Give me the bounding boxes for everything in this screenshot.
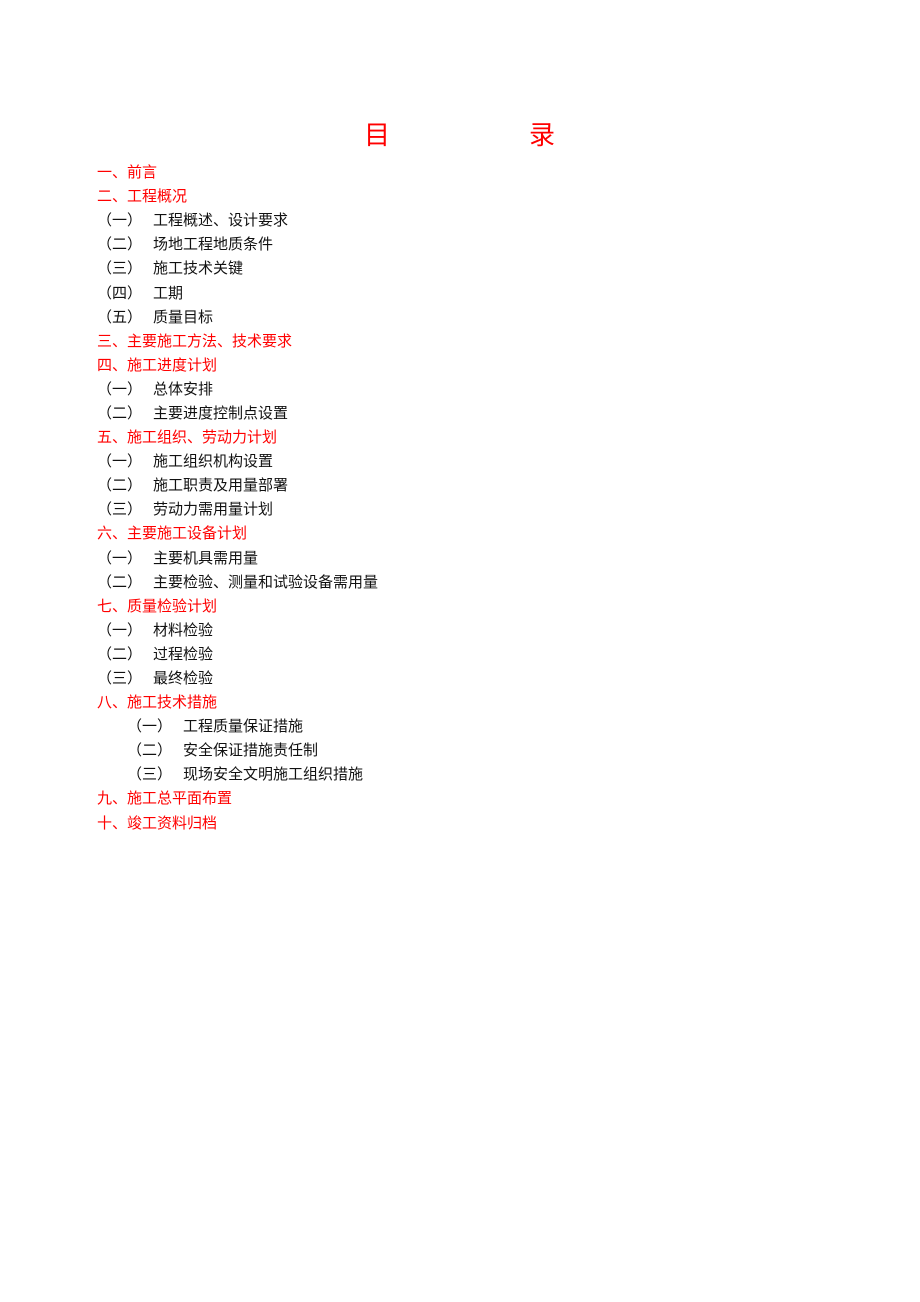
toc-subsection-entry[interactable]: （二） 过程检验 [97,642,378,666]
toc-subsection-entry[interactable]: （二） 场地工程地质条件 [97,232,378,256]
toc-entry-text: 现场安全文明施工组织措施 [183,765,364,784]
toc-section-entry[interactable]: 三、主要施工方法、技术要求 [97,329,378,353]
toc-entry-number: （五） [97,307,143,326]
toc-entry-text: 施工技术关键 [153,259,244,278]
toc-section-entry[interactable]: 五、施工组织、劳动力计划 [97,425,378,449]
toc-entry-number: （一） [97,620,143,639]
toc-entry-text: 二、工程概况 [97,187,188,206]
toc-entry-text: 施工职责及用量部署 [153,476,289,495]
toc-entry-text: 质量目标 [153,307,214,326]
toc-subsection-entry[interactable]: （一） 总体安排 [97,377,378,401]
toc-entry-text: 最终检验 [153,669,214,688]
toc-entry-number: （三） [97,259,143,278]
toc-subsection-entry[interactable]: （三） 施工技术关键 [97,256,378,280]
toc-subsection-entry[interactable]: （三） 现场安全文明施工组织措施 [97,762,378,786]
toc-entry-text: 施工组织机构设置 [153,452,274,471]
toc-entry-number: （三） [97,500,143,519]
toc-entry-number: （一） [127,717,173,736]
toc-section-entry[interactable]: 六、主要施工设备计划 [97,521,378,545]
toc-entry-text: 主要进度控制点设置 [153,403,289,422]
toc-subsection-entry[interactable]: （一） 主要机具需用量 [97,546,378,570]
toc-entry-text: 材料检验 [153,620,214,639]
table-of-contents: 一、前言二、工程概况 （一） 工程概述、设计要求 （二） 场地工程地质条件 （三） 施工技术… [97,160,378,835]
toc-entry-number: （二） [97,476,143,495]
toc-subsection-entry[interactable]: （三） 劳动力需用量计划 [97,497,378,521]
toc-entry-number: （二） [97,644,143,663]
toc-entry-number: （三） [97,669,143,688]
toc-subsection-entry[interactable]: （四） 工期 [97,280,378,304]
toc-subsection-entry[interactable]: （二） 施工职责及用量部署 [97,473,378,497]
toc-title-char-1: 目 [364,121,391,151]
toc-entry-text: 安全保证措施责任制 [183,741,319,760]
toc-entry-text: 七、质量检验计划 [97,596,218,615]
toc-entry-number: （一） [97,452,143,471]
toc-entry-text: 工程概述、设计要求 [153,211,289,230]
toc-section-entry[interactable]: 九、施工总平面布置 [97,786,378,810]
toc-entry-text: 主要检验、测量和试验设备需用量 [153,572,379,591]
toc-subsection-entry[interactable]: （二） 主要检验、测量和试验设备需用量 [97,570,378,594]
toc-subsection-entry[interactable]: （一） 材料检验 [97,618,378,642]
toc-section-entry[interactable]: 一、前言 [97,160,378,184]
toc-entry-text: 工期 [153,283,184,302]
toc-entry-text: 四、施工进度计划 [97,355,218,374]
toc-entry-text: 三、主要施工方法、技术要求 [97,331,293,350]
toc-entry-number: （三） [127,765,173,784]
toc-subsection-entry[interactable]: （一） 施工组织机构设置 [97,449,378,473]
toc-entry-number: （二） [97,403,143,422]
toc-entry-text: 八、施工技术措施 [97,693,218,712]
toc-entry-number: （二） [97,572,143,591]
toc-entry-text: 工程质量保证措施 [183,717,304,736]
toc-subsection-entry[interactable]: （五） 质量目标 [97,305,378,329]
toc-entry-number: （一） [97,211,143,230]
toc-entry-text: 十、竣工资料归档 [97,813,218,832]
toc-entry-number: （四） [97,283,143,302]
toc-section-entry[interactable]: 十、竣工资料归档 [97,811,378,835]
toc-section-entry[interactable]: 八、施工技术措施 [97,690,378,714]
toc-entry-text: 主要机具需用量 [153,548,259,567]
toc-entry-number: （二） [97,235,143,254]
toc-entry-text: 总体安排 [153,379,214,398]
toc-entry-number: （一） [97,379,143,398]
toc-section-entry[interactable]: 四、施工进度计划 [97,353,378,377]
toc-subsection-entry[interactable]: （一） 工程质量保证措施 [97,714,378,738]
toc-section-entry[interactable]: 二、工程概况 [97,184,378,208]
toc-entry-number: （一） [97,548,143,567]
toc-subsection-entry[interactable]: （二） 安全保证措施责任制 [97,738,378,762]
toc-entry-text: 一、前言 [97,163,158,182]
toc-entry-text: 劳动力需用量计划 [153,500,274,519]
toc-title-char-2: 录 [529,121,556,151]
document-page: 目 录 一、前言二、工程概况 （一） 工程概述、设计要求 （二） 场地工程地质条件 （三）… [0,0,920,1302]
toc-entry-text: 过程检验 [153,644,214,663]
toc-entry-number: （二） [127,741,173,760]
toc-section-entry[interactable]: 七、质量检验计划 [97,594,378,618]
toc-entry-text: 五、施工组织、劳动力计划 [97,428,278,447]
toc-entry-text: 六、主要施工设备计划 [97,524,248,543]
toc-subsection-entry[interactable]: （二） 主要进度控制点设置 [97,401,378,425]
toc-entry-text: 场地工程地质条件 [153,235,274,254]
toc-subsection-entry[interactable]: （一） 工程概述、设计要求 [97,208,378,232]
toc-subsection-entry[interactable]: （三） 最终检验 [97,666,378,690]
toc-entry-text: 九、施工总平面布置 [97,789,233,808]
toc-title: 目 录 [0,118,920,154]
